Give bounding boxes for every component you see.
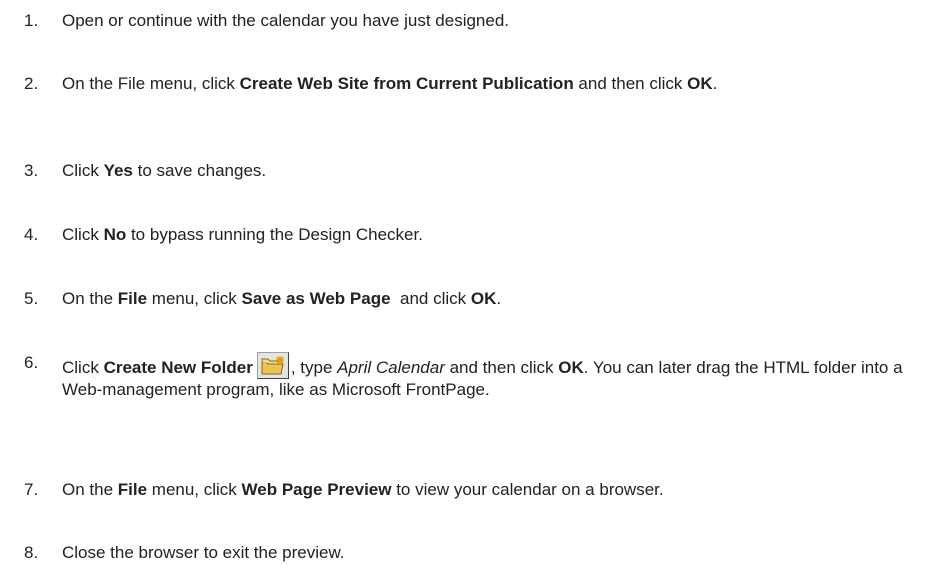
step-5: 5. On the File menu, click Save as Web P… xyxy=(0,288,945,310)
step-text: Click Yes to save changes. xyxy=(62,160,945,182)
step-number: 4. xyxy=(24,225,39,244)
text-run: Click xyxy=(62,358,104,377)
step-text: Click Create New Folder , type April Cale… xyxy=(62,352,945,401)
step-6: 6. Click Create New Folder , type April C… xyxy=(0,352,945,401)
text-run: Open or continue with the calendar you h… xyxy=(62,11,510,30)
step-text: Click No to bypass running the Design Ch… xyxy=(62,224,945,246)
ui-command: File xyxy=(117,480,148,499)
step-number: 3. xyxy=(24,161,39,180)
text-run: menu, click xyxy=(147,480,242,499)
text-run: Close the browser to exit the preview. xyxy=(62,543,345,562)
text-run: and then click xyxy=(444,358,559,377)
step-text: Open or continue with the calendar you h… xyxy=(62,10,945,32)
step-text: On the File menu, click Save as Web Page… xyxy=(62,288,945,310)
text-run: On the xyxy=(62,289,118,308)
ui-command: Yes xyxy=(103,161,133,180)
step-1: 1. Open or continue with the calendar yo… xyxy=(0,10,945,32)
step-number: 7. xyxy=(24,480,39,499)
text-run: . xyxy=(496,289,502,308)
step-number: 8. xyxy=(24,543,39,562)
create-new-folder-icon xyxy=(256,352,289,379)
typed-value: April Calendar xyxy=(337,358,445,377)
step-number: 5. xyxy=(24,289,39,308)
text-run: Click xyxy=(62,225,104,244)
step-text: On the File menu, click Web Page Preview… xyxy=(62,479,945,501)
step-4: 4. Click No to bypass running the Design… xyxy=(0,224,945,246)
ui-command: OK xyxy=(470,289,497,308)
ui-command: OK xyxy=(558,358,584,377)
text-run: Click xyxy=(62,161,104,180)
text-run: and then click xyxy=(573,74,688,93)
text-run: On the xyxy=(62,480,118,499)
ui-command: OK xyxy=(687,74,713,93)
ui-command: Create Web Site from Current Publication xyxy=(239,74,574,93)
text-run: menu, click xyxy=(147,289,242,308)
text-run: . xyxy=(712,74,718,93)
ui-command: File xyxy=(117,289,148,308)
step-number: 1. xyxy=(24,11,39,30)
text-run: to view your calendar on a browser. xyxy=(391,480,664,499)
text-run: and click xyxy=(390,289,471,308)
step-8: 8. Close the browser to exit the preview… xyxy=(0,542,945,564)
step-number: 2. xyxy=(24,74,39,93)
text-run: , type xyxy=(290,358,338,377)
step-3: 3. Click Yes to save changes. xyxy=(0,160,945,182)
text-run: On the File menu, click xyxy=(62,74,240,93)
step-text: Close the browser to exit the preview. xyxy=(62,542,945,564)
ui-command: No xyxy=(103,225,127,244)
step-2: 2. On the File menu, click Create Web Si… xyxy=(0,73,945,95)
text-run: to save changes. xyxy=(132,161,267,180)
ui-command: Save as Web Page xyxy=(241,289,391,308)
step-text: On the File menu, click Create Web Site … xyxy=(62,73,945,95)
text-run: to bypass running the Design Checker. xyxy=(126,225,423,244)
step-number: 6. xyxy=(24,353,39,372)
ui-command: Create New Folder xyxy=(103,358,253,377)
step-7: 7. On the File menu, click Web Page Prev… xyxy=(0,479,945,501)
ui-command: Web Page Preview xyxy=(241,480,392,499)
